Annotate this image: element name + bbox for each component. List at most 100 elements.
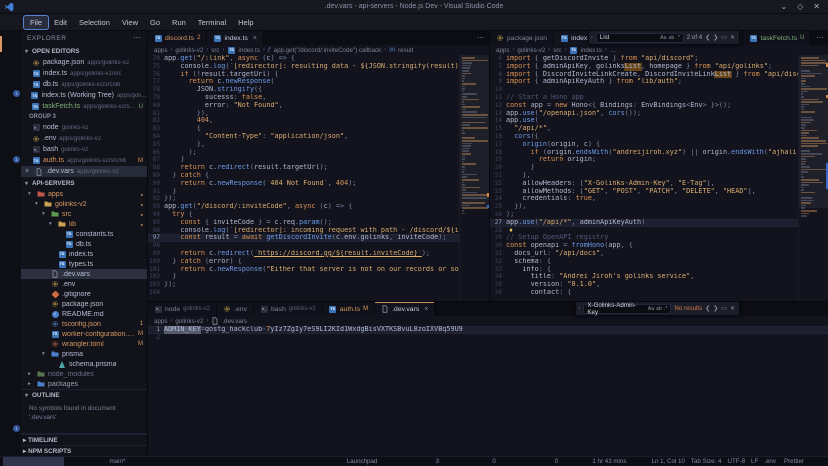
- maximize-icon[interactable]: ◇: [797, 2, 803, 11]
- match-case-icon[interactable]: Aa: [660, 35, 666, 41]
- tree-item-golinks-v2[interactable]: ▾golinks-v2●: [21, 199, 147, 209]
- regex-icon[interactable]: .*: [664, 306, 667, 312]
- open-editor-item[interactable]: TSindex.ts (Working Tree)apps/golinks-v…: [21, 90, 147, 101]
- tab-node[interactable]: >_nodegolinks-v2: [148, 302, 217, 316]
- menu-item-view[interactable]: View: [116, 16, 144, 29]
- expand-replace-icon[interactable]: ›: [578, 306, 580, 312]
- open-editor-item[interactable]: >_nodegolinks-v2: [21, 122, 147, 133]
- next-match-icon[interactable]: ❯: [713, 305, 718, 312]
- tree-item-schema-prisma[interactable]: schema.prisma: [21, 359, 147, 369]
- open-editor-item[interactable]: package.jsonapps/golinks-v2: [21, 57, 147, 68]
- menu-item-edit[interactable]: Edit: [48, 16, 73, 29]
- open-editor-item[interactable]: .envapps/golinks-v2: [21, 133, 147, 144]
- breadcrumb-item[interactable]: …: [610, 47, 616, 54]
- tree-item-node-modules[interactable]: ▸node_modules: [21, 369, 147, 379]
- menu-item-help[interactable]: Help: [232, 16, 259, 29]
- outline-header[interactable]: ▾ OUTLINE: [21, 389, 147, 401]
- breadcrumb-item[interactable]: golinks-v2: [175, 47, 203, 54]
- statusbar-person[interactable]: [252, 457, 313, 466]
- breadcrumb-item[interactable]: app.get("/discord/:inviteCode") callback: [274, 47, 382, 54]
- tree-item-readme-md[interactable]: iREADME.md: [21, 309, 147, 319]
- tree-item-src[interactable]: ▾src●: [21, 209, 147, 219]
- menu-item-run[interactable]: Run: [166, 16, 192, 29]
- close-icon[interactable]: ×: [25, 168, 32, 175]
- open-editor-item[interactable]: ×.dev.varsapps/golinks-v2: [21, 166, 147, 177]
- breadcrumb-item[interactable]: index.ts: [239, 47, 260, 54]
- breadcrumb-item[interactable]: golinks-v2: [175, 318, 203, 325]
- open-editor-item[interactable]: TSauth.tsapps/golinks-v2/src/libM: [21, 155, 147, 166]
- more-actions-icon[interactable]: ⋯: [811, 31, 828, 45]
- menu-item-file[interactable]: File: [24, 16, 48, 29]
- breadcrumb-item[interactable]: .dev.vars: [222, 318, 247, 325]
- menu-item-go[interactable]: Go: [144, 16, 166, 29]
- tree-item--dev-vars[interactable]: .dev.vars: [21, 269, 147, 279]
- expand-replace-icon[interactable]: ›: [591, 35, 593, 41]
- breadcrumb-item[interactable]: apps: [154, 318, 167, 325]
- files-icon[interactable]: [0, 33, 21, 55]
- whole-word-icon[interactable]: ab: [669, 35, 675, 41]
- tree-item-constants-ts[interactable]: TSconstants.ts: [21, 229, 147, 239]
- find-in-selection-icon[interactable]: ▭: [721, 34, 727, 41]
- close-icon[interactable]: ×: [253, 35, 257, 42]
- breadcrumb[interactable]: apps›golinks-v2›src›TSindex.ts›…: [490, 45, 828, 55]
- minimap[interactable]: [459, 55, 489, 301]
- tab-discord-ts[interactable]: TSdiscord.ts2: [148, 31, 207, 45]
- match-case-icon[interactable]: Aa: [648, 306, 654, 312]
- statusbar-sync[interactable]: [129, 457, 190, 466]
- breadcrumb-item[interactable]: apps: [496, 47, 509, 54]
- close-icon[interactable]: ×: [424, 306, 428, 313]
- tab-auth-ts[interactable]: TSauth.tsM: [323, 302, 375, 316]
- statusbar-launchpad[interactable]: Launchpad: [314, 457, 380, 466]
- more-actions-icon[interactable]: ⋯: [472, 31, 489, 45]
- breadcrumb-item[interactable]: src: [211, 47, 219, 54]
- previous-match-icon[interactable]: ❮: [705, 305, 710, 312]
- statusbar-remote-indicator[interactable]: [3, 457, 64, 466]
- tree-item-apps[interactable]: ▾apps●: [21, 189, 147, 199]
- close-icon[interactable]: ✕: [730, 34, 735, 41]
- tab-package-json[interactable]: package.json: [490, 31, 554, 45]
- close-icon[interactable]: ✕: [730, 305, 735, 312]
- tab-bash[interactable]: >_bashgolinks-v2: [254, 302, 323, 316]
- breadcrumb-item[interactable]: src: [553, 47, 561, 54]
- tree-item--gitignore[interactable]: .gitignore: [21, 289, 147, 299]
- workspace-header[interactable]: ▾ API-SERVERS: [21, 177, 147, 189]
- previous-match-icon[interactable]: ❮: [705, 34, 710, 41]
- breadcrumb-item[interactable]: index.ts: [581, 47, 602, 54]
- statusbar-encoding[interactable]: UTF-8: [725, 457, 749, 466]
- tab-taskfetch-ts[interactable]: TStaskFetch.tsU: [743, 31, 811, 45]
- run-debug-icon[interactable]: [0, 99, 21, 121]
- minimap-viewport[interactable]: [799, 55, 828, 208]
- statusbar-eol[interactable]: LF: [748, 457, 761, 466]
- tree-item-package-json[interactable]: package.json: [21, 299, 147, 309]
- tree-item-db-ts[interactable]: TSdb.ts: [21, 239, 147, 249]
- docker-icon[interactable]: [0, 187, 21, 209]
- statusbar-git-branch[interactable]: main*: [65, 457, 129, 466]
- tab-index-ts[interactable]: TSindex.ts×: [207, 31, 264, 45]
- github-icon[interactable]: [0, 121, 21, 143]
- menu-item-terminal[interactable]: Terminal: [192, 16, 232, 29]
- whole-word-icon[interactable]: ab: [656, 306, 662, 312]
- open-editor-item[interactable]: TSindex.tsapps/golinks-v2/src: [21, 68, 147, 79]
- tree-item-lib[interactable]: ▾lib●: [21, 219, 147, 229]
- code-editor[interactable]: 70app.get("/:link", async (c) => {75 con…: [148, 55, 489, 301]
- breadcrumb-item[interactable]: apps: [154, 47, 167, 54]
- find-in-selection-icon[interactable]: ▭: [721, 305, 727, 312]
- statusbar-layers[interactable]: [191, 457, 252, 466]
- tree-item-prisma[interactable]: ▾prisma: [21, 349, 147, 359]
- breadcrumb-item[interactable]: golinks-v2: [517, 47, 545, 54]
- tree-item-worker-configuration-d-ts[interactable]: TSworker-configuration.d.tsM: [21, 329, 147, 339]
- remote-explorer-icon[interactable]: [0, 165, 21, 187]
- find-input[interactable]: ListAaab.*: [596, 33, 684, 43]
- find-input[interactable]: X-Golinks-Admin-KeyAaab.*: [583, 304, 671, 314]
- regex-icon[interactable]: .*: [676, 35, 679, 41]
- statusbar-ports[interactable]: 0: [500, 457, 562, 466]
- breadcrumb[interactable]: apps›golinks-v2›.dev.vars: [148, 316, 828, 326]
- tree-item-wrangler-toml[interactable]: wrangler.tomlM: [21, 339, 147, 349]
- open-editor-item[interactable]: TSdb.tsapps/golinks-v2/src/lib: [21, 79, 147, 90]
- statusbar-timer[interactable]: 1 hr 43 mins: [562, 457, 629, 466]
- more-actions-icon[interactable]: ⋯: [134, 34, 142, 42]
- extensions-icon[interactable]: 1: [0, 143, 21, 165]
- minimap-viewport[interactable]: [460, 55, 489, 208]
- tree-item-types-ts[interactable]: TStypes.ts: [21, 259, 147, 269]
- statusbar-indentation[interactable]: Tab Size: 4: [688, 457, 725, 466]
